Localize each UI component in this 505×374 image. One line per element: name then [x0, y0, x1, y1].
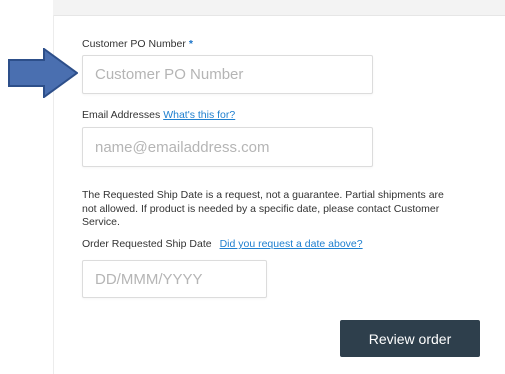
checkout-form-page: Customer PO Number* Email AddressesWhat'… — [0, 0, 505, 374]
po-number-input[interactable] — [82, 55, 373, 94]
ship-date-label-text: Order Requested Ship Date — [82, 238, 212, 250]
ship-date-help-link[interactable]: Did you request a date above? — [220, 238, 363, 250]
required-marker: * — [188, 38, 193, 50]
email-label: Email Addresses What's this for? — [82, 109, 235, 121]
top-strip — [53, 0, 505, 16]
pointer-arrow-icon — [8, 48, 78, 98]
ship-date-input[interactable] — [82, 260, 267, 298]
ship-date-label: Order Requested Ship Date Did you request… — [82, 238, 363, 250]
email-input[interactable] — [82, 127, 373, 167]
email-label-text: Email Addresses — [82, 109, 161, 121]
po-number-label: Customer PO Number * — [82, 38, 193, 50]
po-number-label-text: Customer PO Number — [82, 38, 186, 50]
ship-date-notice: The Requested Ship Date is a request, no… — [82, 189, 444, 228]
email-help-link[interactable]: What's this for? — [163, 109, 235, 121]
review-order-button[interactable]: Review order — [340, 320, 480, 357]
